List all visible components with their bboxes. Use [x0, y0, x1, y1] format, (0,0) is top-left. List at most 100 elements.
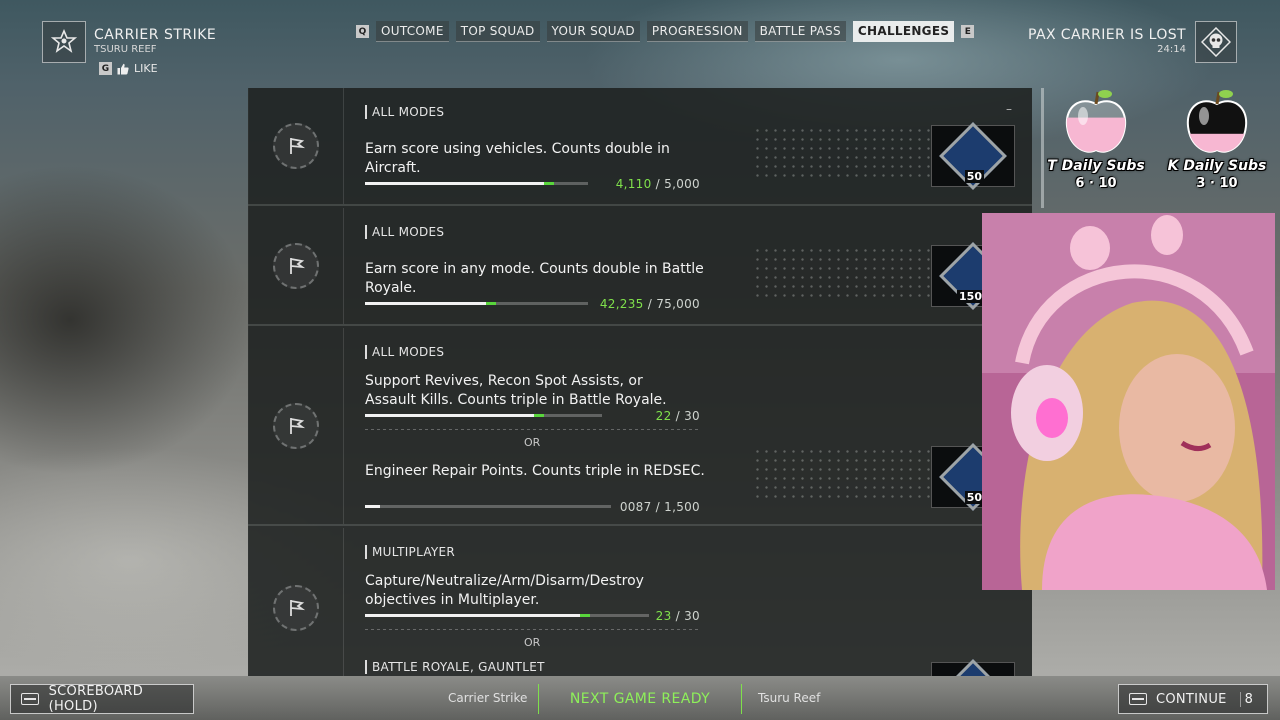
continue-label: CONTINUE [1156, 691, 1227, 707]
challenge-badge-column [248, 88, 344, 204]
reward-value: 50 [964, 170, 984, 183]
like-button[interactable]: G LIKE [99, 62, 158, 75]
progress-total: 5,000 [664, 177, 700, 191]
challenge-progress-text: 0087 / 1,500 [619, 500, 700, 514]
challenge-progress-text: 22 / 30 [655, 409, 700, 423]
challenges-panel: ALL MODES Earn score using vehicles. Cou… [248, 88, 1032, 676]
challenge-badge-column [248, 528, 344, 676]
challenge-description: Earn score in any mode. Counts double in… [365, 261, 704, 296]
progress-total: 75,000 [656, 297, 700, 311]
challenge-progress-fill [365, 302, 496, 305]
scoreboard-button[interactable]: SCOREBOARD (HOLD) [10, 684, 194, 714]
mode-emblem-icon [42, 21, 86, 63]
tab-top-squad[interactable]: TOP SQUAD [455, 21, 540, 42]
challenge-mode-tag: ALL MODES [365, 105, 444, 119]
tab-your-squad[interactable]: YOUR SQUAD [546, 21, 640, 42]
current-mode-label: Carrier Strike [448, 691, 528, 705]
dot-pattern [753, 246, 933, 302]
challenge-progress-text: 42,235 / 75,000 [599, 297, 700, 311]
like-label: LIKE [134, 62, 158, 75]
match-status-title: PAX CARRIER IS LOST [1028, 27, 1186, 43]
collapse-indicator: – [1006, 102, 1012, 116]
reward-tile[interactable] [931, 659, 1015, 676]
sub-goal-label: K Daily Subs [1167, 158, 1267, 174]
scroll-indicator[interactable] [1041, 88, 1044, 208]
dot-pattern [753, 126, 933, 182]
progress-current: 42,235 [599, 297, 644, 311]
tab-battle-pass[interactable]: BATTLE PASS [754, 21, 846, 42]
reward-tile[interactable]: 50 [931, 122, 1015, 190]
challenge-badge-column [248, 328, 344, 524]
tab-outcome[interactable]: OUTCOME [376, 21, 449, 42]
challenge-progress-fill [365, 614, 590, 617]
challenge-description: Engineer Repair Points. Counts triple in… [365, 463, 705, 479]
challenge-description: Capture/Neutralize/Arm/Disarm/Destroy ob… [365, 573, 644, 608]
next-tab-keycap[interactable]: E [961, 25, 975, 38]
flag-badge-icon [272, 403, 319, 449]
separator [365, 429, 700, 430]
challenge-card[interactable]: ALL MODES Support Revives, Recon Spot As… [248, 328, 1032, 526]
separator [365, 629, 700, 630]
progress-total: 1,500 [664, 500, 700, 514]
tab-progression[interactable]: PROGRESSION [646, 21, 748, 42]
thumbs-up-icon [117, 63, 129, 74]
or-separator: OR [524, 636, 541, 649]
tab-bar: Q OUTCOME TOP SQUAD YOUR SQUAD PROGRESSI… [356, 21, 975, 42]
skull-icon [1195, 21, 1237, 63]
progress-total: 30 [684, 409, 700, 423]
webcam-feed [982, 213, 1275, 590]
keyboard-icon [1129, 693, 1147, 705]
or-separator: OR [524, 436, 541, 449]
progress-current: 4,110 [615, 177, 652, 191]
continue-button[interactable]: CONTINUE 8 [1118, 684, 1268, 714]
like-keycap: G [99, 62, 112, 75]
challenge-mode-tag: MULTIPLAYER [365, 545, 455, 559]
progress-current: 0087 [619, 500, 652, 514]
challenge-progress-bar [365, 505, 611, 508]
continue-countdown: 8 [1239, 691, 1254, 707]
flag-badge-icon [272, 243, 319, 289]
challenge-progress-bar [365, 414, 602, 417]
sub-goal-t: T Daily Subs 6 · 10 [1046, 86, 1146, 191]
challenge-mode-tag: BATTLE ROYALE, GAUNTLET [365, 660, 545, 674]
prev-tab-keycap[interactable]: Q [356, 25, 369, 38]
challenge-card[interactable]: ALL MODES Earn score using vehicles. Cou… [248, 88, 1032, 206]
sub-goal-count: 6 · 10 [1075, 176, 1117, 191]
current-map-label: Tsuru Reef [758, 691, 821, 705]
challenge-progress-fill [365, 414, 544, 417]
progress-current: 23 [655, 609, 672, 623]
dot-pattern [753, 447, 933, 503]
scoreboard-label: SCOREBOARD (HOLD) [48, 684, 144, 714]
mode-title: CARRIER STRIKE [94, 27, 217, 43]
challenge-progress-text: 23 / 30 [655, 609, 700, 623]
apple-goal-icon [1182, 86, 1252, 158]
flag-badge-icon [272, 585, 319, 631]
challenge-progress-fill [365, 505, 380, 508]
challenge-progress-fill [365, 182, 554, 185]
progress-current: 22 [655, 409, 672, 423]
reward-value: 150 [957, 290, 984, 303]
challenge-card[interactable]: ALL MODES Earn score in any mode. Counts… [248, 208, 1032, 326]
match-time: 24:14 [1157, 44, 1186, 55]
reward-emblem-icon [939, 659, 1007, 676]
sub-goal-count: 3 · 10 [1196, 176, 1238, 191]
apple-goal-icon [1061, 86, 1131, 158]
challenge-description: Earn score using vehicles. Counts double… [365, 141, 670, 176]
challenge-badge-column [248, 208, 344, 324]
next-game-ready: NEXT GAME READY [538, 684, 742, 714]
keyboard-icon [21, 693, 39, 705]
sub-goal-k: K Daily Subs 3 · 10 [1167, 86, 1267, 191]
challenge-description: Support Revives, Recon Spot Assists, or … [365, 373, 667, 408]
challenge-progress-bar [365, 302, 588, 305]
challenge-mode-tag: ALL MODES [365, 345, 444, 359]
map-name: TSURU REEF [94, 44, 157, 55]
challenge-progress-text: 4,110 / 5,000 [615, 177, 700, 191]
challenge-mode-tag: ALL MODES [365, 225, 444, 239]
challenge-progress-bar [365, 182, 588, 185]
progress-total: 30 [684, 609, 700, 623]
match-status: PAX CARRIER IS LOST 24:14 [1028, 27, 1186, 55]
tab-challenges[interactable]: CHALLENGES [852, 21, 955, 42]
challenge-progress-bar [365, 614, 649, 617]
challenge-card[interactable]: MULTIPLAYER Capture/Neutralize/Arm/Disar… [248, 528, 1032, 676]
sub-goal-label: T Daily Subs [1047, 158, 1145, 174]
